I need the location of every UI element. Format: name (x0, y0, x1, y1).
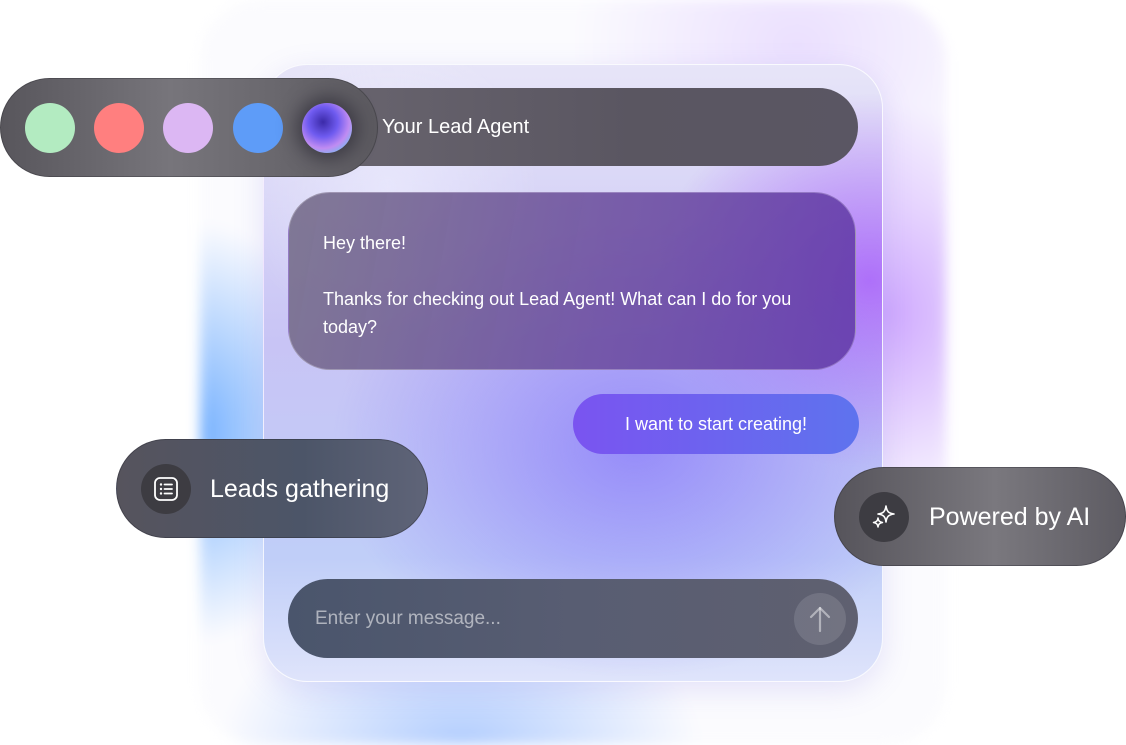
leads-gathering-chip[interactable]: Leads gathering (116, 439, 428, 538)
message-input[interactable] (315, 598, 775, 640)
bot-message-body: Thanks for checking out Lead Agent! What… (323, 289, 792, 337)
user-message: I want to start creating! (573, 394, 859, 454)
arrow-up-icon (809, 606, 831, 633)
bot-message: Hey there! Thanks for checking out Lead … (288, 192, 856, 370)
powered-by-ai-label: Powered by AI (929, 503, 1091, 531)
swatch-lavender[interactable] (163, 103, 213, 153)
powered-by-ai-chip[interactable]: Powered by AI (834, 467, 1126, 566)
swatch-red[interactable] (94, 103, 144, 153)
send-button[interactable] (794, 593, 846, 645)
agent-title: Your Lead Agent (382, 116, 530, 138)
swatch-blue[interactable] (233, 103, 283, 153)
list-icon (141, 464, 191, 514)
swatch-gradient-orb[interactable] (302, 103, 352, 153)
bot-greeting: Hey there! (323, 233, 407, 253)
leads-gathering-label: Leads gathering (210, 475, 390, 503)
swatch-green[interactable] (25, 103, 75, 153)
sparkle-icon (859, 492, 909, 542)
